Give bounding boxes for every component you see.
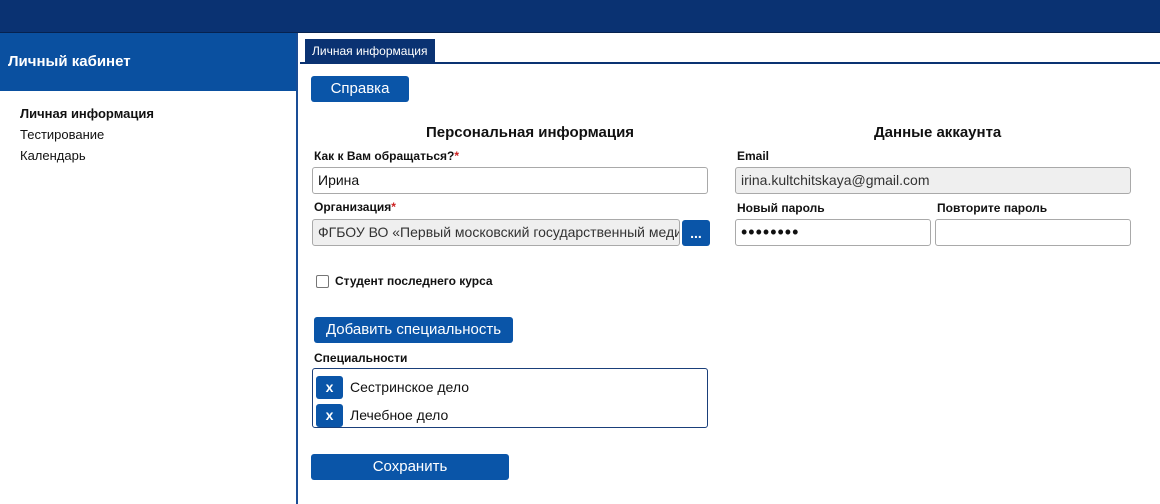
tab-personal-info[interactable]: Личная информация xyxy=(305,39,435,64)
list-item: x Лечебное дело xyxy=(316,401,707,429)
add-specialty-button[interactable]: Добавить специальность xyxy=(314,317,513,343)
sidebar-nav: Личная информация Тестирование Календарь xyxy=(0,91,296,166)
new-password-field[interactable]: •••••••• xyxy=(735,219,931,246)
email-field[interactable]: irina.kultchitskaya@gmail.com xyxy=(735,167,1131,194)
student-checkbox-label: Студент последнего курса xyxy=(335,274,493,288)
student-checkbox[interactable] xyxy=(316,274,329,288)
sidebar: Личный кабинет Личная информация Тестиро… xyxy=(0,33,298,504)
sidebar-item-testing[interactable]: Тестирование xyxy=(0,124,296,145)
email-label: Email xyxy=(737,149,770,163)
specialty-name: Сестринское дело xyxy=(350,379,469,395)
tab-strip: Личная информация xyxy=(300,33,1160,64)
sidebar-item-calendar[interactable]: Календарь xyxy=(0,145,296,166)
remove-specialty-button[interactable]: x xyxy=(316,403,343,427)
organization-select-button[interactable]: ... xyxy=(682,220,710,246)
required-mark: * xyxy=(391,200,396,214)
student-checkbox-row[interactable]: Студент последнего курса xyxy=(316,273,493,289)
main-content: Личная информация Справка Персональная и… xyxy=(300,33,1160,504)
list-item: x Сестринское дело xyxy=(316,373,707,401)
repeat-password-label: Повторите пароль xyxy=(937,201,1048,215)
sidebar-title: Личный кабинет xyxy=(0,33,296,91)
required-mark: * xyxy=(454,149,459,163)
new-password-label: Новый пароль xyxy=(737,201,825,215)
save-button[interactable]: Сохранить xyxy=(311,454,509,480)
personal-info-heading: Персональная информация xyxy=(426,124,635,141)
name-field[interactable]: Ирина xyxy=(312,167,708,194)
sidebar-item-personal-info[interactable]: Личная информация xyxy=(0,103,296,124)
organization-label: Организация* xyxy=(314,200,396,214)
specialties-list: x Сестринское дело x Лечебное дело xyxy=(312,368,708,428)
specialties-label: Специальности xyxy=(314,351,408,365)
account-data-heading: Данные аккаунта xyxy=(874,124,1002,141)
specialty-name: Лечебное дело xyxy=(350,407,449,423)
top-bar xyxy=(0,0,1160,33)
remove-specialty-button[interactable]: x xyxy=(316,375,343,399)
repeat-password-field[interactable] xyxy=(935,219,1131,246)
help-button[interactable]: Справка xyxy=(311,76,409,102)
organization-field[interactable]: ФГБОУ ВО «Первый московский государствен… xyxy=(312,219,680,246)
name-label: Как к Вам обращаться?* xyxy=(314,149,459,163)
